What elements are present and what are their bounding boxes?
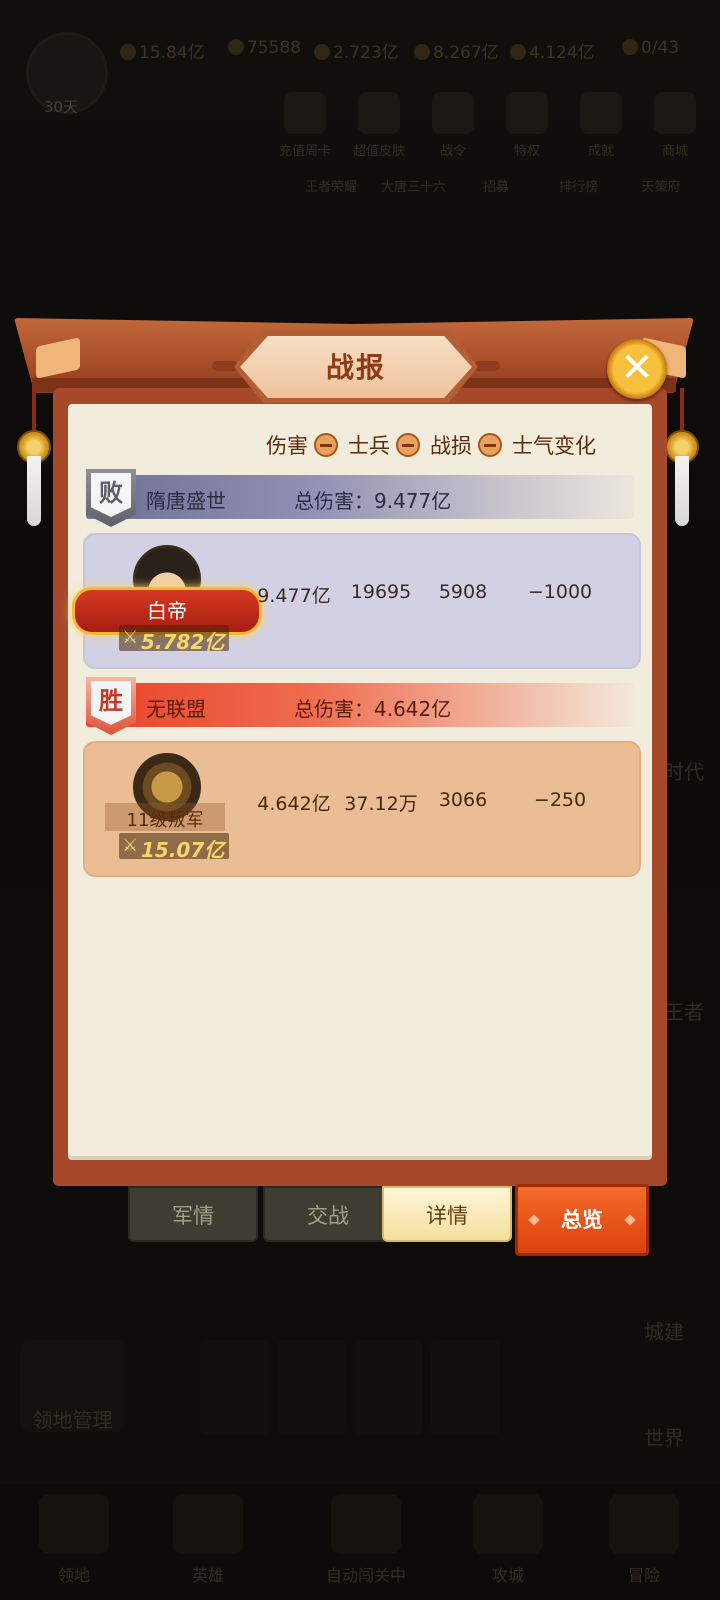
collapse-toggle-icon[interactable] [478, 433, 502, 457]
unit-name-plate: 11级叛军 [105, 803, 225, 831]
diamond-ornament-icon [528, 1214, 540, 1226]
side-name: 隋唐盛世 [146, 489, 226, 513]
diamond-ornament-icon [624, 1214, 636, 1226]
power-value: 15.07亿 [141, 838, 225, 862]
victory-badge-text: 胜 [91, 681, 131, 725]
tab-military-intel[interactable]: 军情 [128, 1186, 258, 1242]
dialog-title: 战报 [325, 351, 386, 384]
defeat-badge-text: 败 [91, 473, 131, 517]
hanging-cord [32, 388, 36, 432]
close-button[interactable]: ✕ [607, 339, 667, 399]
losses-value: 3066 [438, 789, 488, 811]
morale-value: −250 [533, 789, 587, 811]
unit-name: 11级叛军 [126, 810, 204, 831]
collapse-toggle-icon[interactable] [314, 433, 338, 457]
power-display: ⚔ 5.782亿 [119, 625, 229, 654]
legend-morale-label: 士气变化 [512, 434, 596, 458]
soldiers-value: 37.12万 [344, 793, 418, 815]
tassel-icon [27, 456, 41, 526]
collapse-toggle-icon[interactable] [396, 433, 420, 457]
overview-label: 总览 [561, 1208, 603, 1232]
side-header-defeated: 败 隋唐盛世 总伤害：9.477亿 [86, 469, 634, 527]
side-total-damage: 总伤害：4.642亿 [294, 697, 452, 721]
hanging-cord [680, 388, 684, 432]
power-value: 5.782亿 [141, 630, 225, 654]
tab-engagement[interactable]: 交战 [263, 1186, 393, 1242]
overview-button[interactable]: 总览 [515, 1184, 649, 1256]
tassel-icon [675, 456, 689, 526]
soldiers-value: 19695 [350, 581, 412, 603]
close-icon: ✕ [620, 345, 654, 391]
side-name: 无联盟 [146, 697, 206, 721]
sword-icon: ⚔ [122, 627, 139, 648]
stats-legend: 伤害 士兵 战损 士气变化 [266, 430, 602, 460]
damage-value: 4.642亿 [257, 793, 331, 815]
losses-value: 5908 [438, 581, 488, 603]
morale-value: −1000 [527, 581, 593, 603]
victory-badge: 胜 [86, 677, 136, 735]
defeat-badge: 败 [86, 469, 136, 527]
unit-row[interactable]: 白帝 ⚔ 5.782亿 9.477亿 19695 5908 −1000 [72, 533, 641, 669]
power-display: ⚔ 15.07亿 [119, 833, 229, 862]
title-knot [212, 361, 238, 371]
title-knot [474, 361, 500, 371]
damage-value: 9.477亿 [257, 585, 331, 607]
side-header-victorious: 胜 无联盟 总伤害：4.642亿 [86, 677, 634, 735]
side-total-damage: 总伤害：9.477亿 [294, 489, 452, 513]
sword-icon: ⚔ [122, 835, 139, 856]
unit-name: 白帝 [147, 599, 187, 623]
legend-damage-label: 伤害 [266, 434, 308, 458]
tab-details[interactable]: 详情 [382, 1186, 512, 1242]
legend-losses-label: 战损 [430, 434, 472, 458]
unit-row[interactable]: 11级叛军 ⚔ 15.07亿 4.642亿 37.12万 3066 −250 [83, 741, 641, 877]
legend-soldiers-label: 士兵 [348, 434, 390, 458]
